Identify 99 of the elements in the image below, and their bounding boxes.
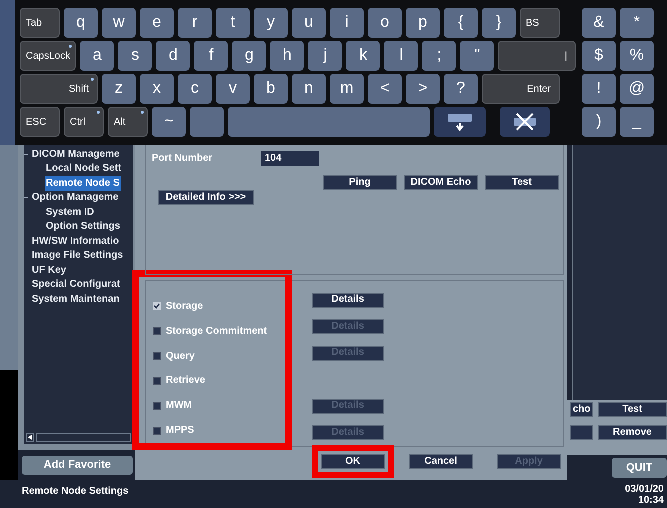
keyboard-key[interactable]: % (620, 41, 654, 71)
keyboard-key[interactable]: c (178, 74, 212, 104)
keyboard-key[interactable]: ESC (20, 107, 60, 137)
tree-item[interactable]: Option Manageme (31, 190, 120, 206)
add-favorite-button[interactable]: Add Favorite (22, 456, 133, 474)
tree-item[interactable]: Option Settings (45, 219, 122, 234)
tree-item[interactable]: Remote Node S (45, 176, 121, 191)
keyboard-key[interactable]: ! (582, 74, 616, 104)
checkbox[interactable] (153, 376, 161, 385)
scroll-left-button[interactable] (26, 433, 34, 442)
tree-item[interactable]: Special Configurat (31, 277, 122, 292)
tree-item[interactable]: System ID (45, 204, 96, 220)
checkbox[interactable] (153, 352, 161, 360)
close-keyboard-key[interactable] (500, 107, 550, 137)
keyboard-key[interactable]: q (64, 8, 98, 38)
left-arrow-icon (28, 435, 32, 440)
keyboard-key[interactable]: Enter (482, 74, 560, 104)
checkbox[interactable] (153, 302, 161, 310)
quit-button[interactable]: QUIT (612, 458, 667, 478)
keyboard-key[interactable]: k (346, 41, 380, 71)
keyboard-key[interactable]: w (102, 8, 136, 38)
check-icon (154, 303, 160, 310)
details-button[interactable]: Details (312, 292, 384, 308)
keyboard-key[interactable]: { (444, 8, 478, 38)
input-field[interactable] (570, 425, 593, 440)
button[interactable]: DICOM Echo (404, 175, 478, 190)
status-text: Remote Node Settings (22, 485, 129, 499)
hide-keyboard-key[interactable] (434, 107, 486, 137)
detailed-info-button[interactable]: Detailed Info >>> (158, 190, 254, 205)
keyboard-key[interactable]: u (292, 8, 326, 38)
keyboard-down-icon (446, 112, 474, 132)
keyboard-key[interactable]: v (216, 74, 250, 104)
keyboard-key[interactable]: _ (620, 107, 654, 137)
keyboard-key[interactable]: e (140, 8, 174, 38)
keyboard-key[interactable]: o (368, 8, 402, 38)
keyboard-key[interactable]: | (498, 41, 576, 71)
tree-item[interactable]: Image File Settings (31, 248, 124, 264)
keyboard-key[interactable]: ~ (152, 107, 186, 137)
tree-item[interactable]: Local Node Sett (45, 161, 123, 176)
port-number-field[interactable]: 104 (261, 151, 319, 166)
keyboard-key[interactable]: p (406, 8, 440, 38)
keyboard-key[interactable]: ? (444, 74, 478, 104)
checkbox-label: Retrieve (166, 374, 206, 388)
dialog-button[interactable]: OK (321, 454, 385, 469)
port-number-label: Port Number (152, 152, 214, 166)
keyboard-close-icon (511, 112, 539, 132)
checkbox-label: Storage (166, 300, 204, 314)
checkbox-label: MPPS (166, 424, 194, 438)
status-date: 03/01/20 (625, 484, 664, 495)
keyboard-key[interactable]: l (384, 41, 418, 71)
keyboard-key[interactable]: i (330, 8, 364, 38)
checkbox-label: Query (166, 350, 195, 364)
tree-item[interactable]: DICOM Manageme (31, 146, 121, 162)
keyboard-key[interactable]: j (308, 41, 342, 71)
keyboard-key[interactable]: Shift (20, 74, 98, 104)
keyboard-key[interactable]: g (232, 41, 266, 71)
keyboard-key[interactable]: * (620, 8, 654, 38)
dialog-button[interactable]: Cancel (409, 454, 473, 469)
keyboard-key[interactable]: Alt (108, 107, 148, 137)
checkbox[interactable] (153, 327, 161, 336)
tree-item[interactable]: UF Key (31, 262, 68, 278)
keyboard-key[interactable]: r (178, 8, 212, 38)
keyboard-key[interactable]: CapsLock (20, 41, 76, 71)
checkbox[interactable] (153, 426, 161, 435)
keyboard-key[interactable]: & (582, 8, 616, 38)
echo-button[interactable]: cho (570, 402, 593, 417)
status-time: 10:34 (638, 495, 664, 506)
keyboard-key[interactable]: > (406, 74, 440, 104)
tree-item[interactable]: HW/SW Informatio (31, 234, 120, 249)
keyboard-key[interactable]: f (194, 41, 228, 71)
keyboard-key[interactable]: y (254, 8, 288, 38)
keyboard-key[interactable]: h (270, 41, 304, 71)
keyboard-key[interactable]: BS (520, 8, 560, 38)
keyboard-key[interactable]: a (80, 41, 114, 71)
keyboard-key[interactable]: t (216, 8, 250, 38)
keyboard-key[interactable]: x (140, 74, 174, 104)
keyboard-key[interactable]: $ (582, 41, 616, 71)
checkbox[interactable] (153, 402, 161, 410)
keyboard-key[interactable]: m (330, 74, 364, 104)
keyboard-key[interactable]: d (156, 41, 190, 71)
keyboard-key[interactable]: " (460, 41, 494, 71)
button[interactable]: Ping (323, 175, 397, 190)
keyboard-key[interactable]: ; (422, 41, 456, 71)
keyboard-key[interactable]: s (118, 41, 152, 71)
keyboard-key[interactable]: < (368, 74, 402, 104)
checkbox-label: MWM (166, 399, 192, 414)
button[interactable]: Test (485, 175, 559, 190)
keyboard-key[interactable]: Ctrl (64, 107, 104, 137)
keyboard-key[interactable]: @ (620, 74, 654, 104)
checkbox-label: Storage Commitment (166, 324, 268, 339)
keyboard-key[interactable]: n (292, 74, 326, 104)
test-button[interactable]: Test (598, 402, 667, 417)
keyboard-key[interactable]: z (102, 74, 136, 104)
keyboard-key[interactable]: b (254, 74, 288, 104)
tree-item[interactable]: System Maintenan (31, 292, 121, 307)
remove-button[interactable]: Remove (598, 425, 667, 440)
keyboard-key[interactable]: } (482, 8, 516, 38)
keyboard-key[interactable]: ) (582, 107, 616, 137)
keyboard-key[interactable]: Tab (20, 8, 60, 38)
